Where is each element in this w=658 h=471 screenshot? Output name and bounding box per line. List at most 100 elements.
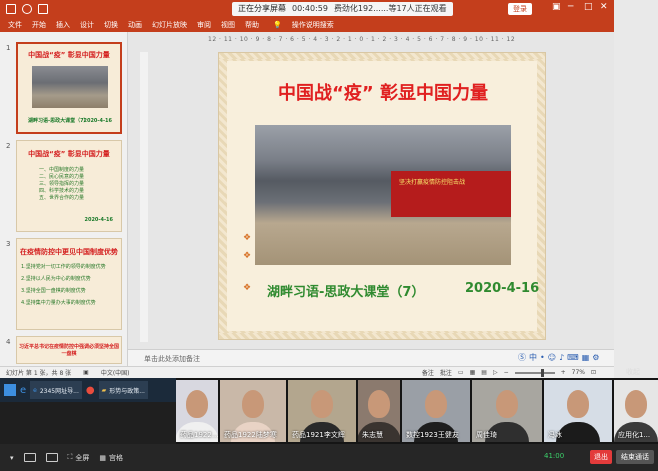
- spellcheck-icon[interactable]: ▣: [83, 369, 89, 376]
- emoji-icon[interactable]: ☺: [548, 353, 556, 362]
- thumb-list: 一、中国制度的力量 二、民心民意的力量 三、领导指挥的力量 四、科学技术的力量 …: [39, 167, 84, 202]
- participant-name: 数控1923王健友: [406, 431, 459, 439]
- ime-chinese-icon[interactable]: 中: [529, 352, 537, 363]
- language-label[interactable]: 中文(中国): [101, 368, 130, 377]
- network-signal: 41:00: [544, 452, 565, 460]
- fullscreen-button[interactable]: ⛶ 全屏: [68, 453, 90, 463]
- thumb-list-item: 三、领导指挥的力量: [39, 181, 85, 187]
- tab-design[interactable]: 设计: [80, 20, 94, 30]
- participant-face: [425, 390, 447, 418]
- taskbar-item-folder[interactable]: ▰ 形势与政策...: [98, 381, 148, 399]
- video-tile[interactable]: 应用化1...: [614, 380, 658, 442]
- ime-toolbar: Ⓢ 中 • ☺ ♪ ⌨ ▦ ⚙: [518, 349, 614, 366]
- photo-banner-text: 坚决打赢疫情防控阻击战: [399, 179, 466, 186]
- folder-icon: ▰: [101, 386, 107, 394]
- skin-icon[interactable]: ▦: [582, 353, 590, 362]
- slide-thumbnail-2[interactable]: 中国战“疫” 彰显中国力量 一、中国制度的力量 二、民心民意的力量 三、领导指挥…: [16, 140, 122, 232]
- slide-thumbnail-1[interactable]: 中国战“疫” 彰显中国力量 湖畔习语-思政大课堂（7） 2020-4-16: [16, 42, 122, 134]
- taskbar-item-label: 形势与政策...: [109, 387, 145, 395]
- video-tile[interactable]: 朱志慧: [358, 380, 400, 442]
- slide-caption[interactable]: 湖畔习语-思政大课堂（7）: [267, 281, 424, 300]
- video-tile[interactable]: 周佳琦: [472, 380, 542, 442]
- participant-face: [625, 390, 647, 418]
- tab-insert[interactable]: 插入: [56, 20, 70, 30]
- tell-me-search[interactable]: 操作说明搜索: [292, 20, 334, 30]
- participant-face: [368, 390, 390, 418]
- camera-button[interactable]: [45, 453, 58, 462]
- keyboard-icon[interactable]: ⌨: [567, 353, 579, 362]
- reading-view-icon[interactable]: ▤: [481, 369, 487, 376]
- thumb-number: 2: [6, 142, 11, 150]
- maximize-icon[interactable]: □: [584, 2, 593, 12]
- login-button[interactable]: 登录: [508, 3, 532, 15]
- mic-icon[interactable]: ♪: [559, 353, 564, 362]
- thumb-date: 2020-4-16: [84, 217, 113, 223]
- mic-button[interactable]: ▾: [10, 454, 14, 462]
- slide-thumbnail-4[interactable]: 习近平总书记在疫情防控中强调必须坚持全国一盘棋: [16, 336, 122, 364]
- video-tile[interactable]: 药品1922...: [176, 380, 218, 442]
- slide-thumbnail-3[interactable]: 在疫情防控中更见中国制度优势 1.坚持党对一切工作的领导的制度优势 2.坚持以人…: [16, 238, 122, 330]
- comments-button[interactable]: 批注: [440, 368, 452, 377]
- slide-photo[interactable]: 坚决打赢疫情防控阻击战: [255, 125, 511, 265]
- screen-share-status[interactable]: 正在分享屏幕 00:40:59 费劲化192......等17人正在观看: [232, 2, 453, 16]
- minimize-icon[interactable]: ─: [568, 2, 573, 12]
- fullscreen-icon: ⛶: [67, 453, 73, 461]
- zoom-level[interactable]: 77%: [572, 369, 585, 376]
- lightbulb-icon: 💡: [273, 21, 282, 29]
- ime-s-icon[interactable]: Ⓢ: [518, 352, 526, 363]
- screen-button[interactable]: [23, 453, 36, 462]
- notes-button[interactable]: 备注: [422, 368, 434, 377]
- fit-slide-icon[interactable]: ⊡: [591, 369, 596, 376]
- tab-help[interactable]: 帮助: [245, 20, 259, 30]
- settings-icon[interactable]: ⚙: [592, 353, 599, 362]
- punctuation-icon[interactable]: •: [540, 353, 545, 362]
- ribbon-display-icon[interactable]: ▣: [552, 2, 561, 12]
- diamond-bullet-icon: ❖: [243, 283, 252, 293]
- present-icon[interactable]: [38, 4, 48, 14]
- taskbar-item-browser[interactable]: e 2345网址导...: [30, 381, 82, 399]
- tab-slideshow[interactable]: 幻灯片放映: [152, 20, 187, 30]
- gallery-view-button[interactable]: ▦ 宫格: [99, 453, 123, 463]
- tab-transitions[interactable]: 切换: [104, 20, 118, 30]
- share-status-label: 正在分享屏幕: [238, 4, 286, 13]
- sorter-view-icon[interactable]: ▦: [470, 369, 476, 376]
- zoom-in-icon[interactable]: +: [561, 369, 566, 376]
- tab-home[interactable]: 开始: [32, 20, 46, 30]
- zoom-slider-knob[interactable]: [540, 368, 544, 377]
- thumb-title: 中国战“疫” 彰显中国力量: [28, 51, 110, 59]
- video-tile[interactable]: 药品1921李文辉: [288, 380, 356, 442]
- photo-banner: 坚决打赢疫情防控阻击战: [391, 171, 511, 217]
- exit-button[interactable]: 退出: [590, 450, 612, 464]
- normal-view-icon[interactable]: ▭: [458, 369, 464, 376]
- save-icon[interactable]: [6, 4, 16, 14]
- chrome-icon[interactable]: ●: [86, 385, 95, 396]
- gallery-view-label: 宫格: [109, 453, 124, 462]
- screen: 正在分享屏幕 00:40:59 费劲化192......等17人正在观看 登录 …: [0, 0, 658, 471]
- tab-file[interactable]: 文件: [8, 20, 22, 30]
- video-tile[interactable]: 冯冰: [544, 380, 612, 442]
- windows-start-icon[interactable]: [4, 384, 16, 396]
- diamond-bullet-icon: ❖: [243, 233, 252, 243]
- video-tile[interactable]: 数控1923王健友: [402, 380, 470, 442]
- zoom-out-icon[interactable]: −: [504, 369, 509, 376]
- thumb-list-item: 五、世界合作的力量: [39, 195, 85, 201]
- slide-title[interactable]: 中国战“疫” 彰显中国力量: [219, 79, 547, 105]
- tab-review[interactable]: 审阅: [197, 20, 211, 30]
- participant-name: 周佳琦: [476, 431, 497, 439]
- video-tile[interactable]: 药品1922陆梦寒: [220, 380, 286, 442]
- camera-icon: [45, 453, 58, 462]
- participant-name: 应用化1...: [618, 431, 651, 439]
- end-call-button[interactable]: 结束通话: [616, 450, 654, 464]
- slide-canvas[interactable]: 中国战“疫” 彰显中国力量 坚决打赢疫情防控阻击战 ❖ ❖ ❖ 湖畔习语-思政大…: [218, 52, 546, 340]
- edge-icon[interactable]: e: [20, 385, 26, 396]
- tab-view[interactable]: 视图: [221, 20, 235, 30]
- tab-animations[interactable]: 动画: [128, 20, 142, 30]
- undo-icon[interactable]: [22, 4, 32, 14]
- participant-name: 朱志慧: [362, 431, 383, 439]
- close-icon[interactable]: ✕: [600, 2, 608, 12]
- collapse-button[interactable]: 收起: [626, 367, 640, 377]
- screen-icon: [23, 453, 36, 462]
- slideshow-view-icon[interactable]: ▷: [493, 369, 498, 376]
- slide-date[interactable]: 2020-4-16: [465, 281, 539, 296]
- zoom-slider[interactable]: [514, 368, 555, 377]
